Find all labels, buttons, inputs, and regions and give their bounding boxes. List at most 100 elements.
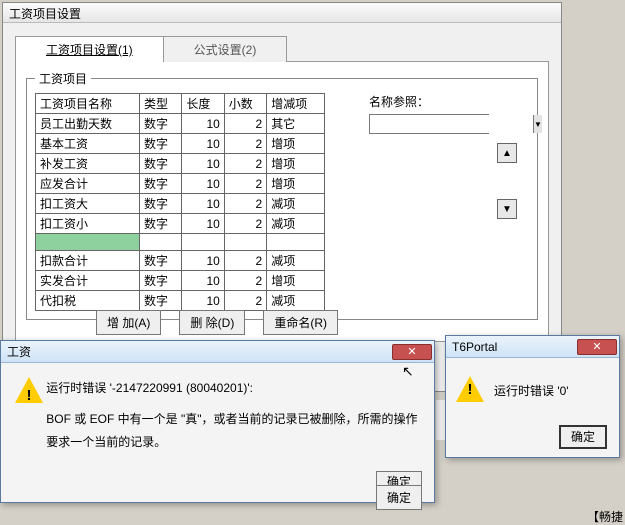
tab-salary-items-label: 工资项目设置(1)	[46, 43, 133, 57]
reference-column: 名称参照： ▼	[369, 93, 489, 311]
table-cell: 数字	[140, 214, 182, 234]
table-cell: 数字	[140, 114, 182, 134]
table-cell: 数字	[140, 291, 182, 311]
dialog2-titlebar: T6Portal ✕	[446, 336, 619, 358]
tab-formula-label: 公式设置(2)	[194, 43, 257, 57]
delete-button[interactable]: 删 除(D)	[179, 310, 245, 335]
salary-items-window: 工资项目设置 工资项目设置(1) 公式设置(2) 工资项目 工资项目名称 类型 …	[2, 2, 562, 392]
warning-icon	[456, 376, 484, 404]
table-cell: 数字	[140, 271, 182, 291]
table-cell: 10	[182, 194, 224, 214]
table-cell: 10	[182, 134, 224, 154]
col-name: 工资项目名称	[36, 94, 140, 114]
dialog1-body-text: BOF 或 EOF 中有一个是 "真"，或者当前的记录已被删除，所需的操作要求一…	[46, 408, 420, 454]
table-row[interactable]: 基本工资数字102增项	[36, 134, 325, 154]
table-cell: 数字	[140, 194, 182, 214]
table-cell: 减项	[267, 291, 325, 311]
reference-input[interactable]	[370, 115, 533, 133]
table-cell	[182, 234, 224, 251]
rename-button[interactable]: 重命名(R)	[263, 310, 338, 335]
table-cell: 增项	[267, 271, 325, 291]
dialog2-body-text: 运行时错误 '0'	[494, 382, 569, 399]
table-cell: 基本工资	[36, 134, 140, 154]
table-cell: 2	[224, 194, 266, 214]
table-cell: 10	[182, 154, 224, 174]
table-cell: 10	[182, 214, 224, 234]
dialog1-close-icon[interactable]: ✕	[392, 344, 432, 360]
table-row[interactable]: 扣工资小数字102减项	[36, 214, 325, 234]
warning-icon	[15, 377, 36, 405]
table-row[interactable]: 扣工资大数字102减项	[36, 194, 325, 214]
table-cell: 2	[224, 174, 266, 194]
table-row[interactable]: 扣款合计数字102减项	[36, 251, 325, 271]
table-row[interactable]	[36, 234, 325, 251]
table-cell: 减项	[267, 214, 325, 234]
table-row[interactable]: 代扣税数字102减项	[36, 291, 325, 311]
tab-salary-items[interactable]: 工资项目设置(1)	[15, 36, 164, 62]
dialog2-ok-button[interactable]: 确定	[559, 425, 607, 449]
dialog1-title: 工资	[7, 343, 31, 360]
table-cell: 数字	[140, 251, 182, 271]
action-buttons: 增 加(A) 删 除(D) 重命名(R)	[96, 310, 338, 335]
table-cell: 2	[224, 251, 266, 271]
confirm-button[interactable]: 确定	[376, 485, 422, 510]
col-dec: 小数	[224, 94, 266, 114]
table-cell: 减项	[267, 251, 325, 271]
table-cell: 2	[224, 114, 266, 134]
dialog2-title: T6Portal	[452, 340, 497, 354]
table-cell	[224, 234, 266, 251]
table-cell: 数字	[140, 134, 182, 154]
table-cell: 应发合计	[36, 174, 140, 194]
salary-items-table[interactable]: 工资项目名称 类型 长度 小数 增减项 员工出勤天数数字102其它基本工资数字1…	[35, 93, 325, 311]
dialog1-heading: 运行时错误 '-2147220991 (80040201)':	[46, 377, 420, 400]
dialog1-text: 运行时错误 '-2147220991 (80040201)': BOF 或 EO…	[46, 377, 420, 453]
reference-label: 名称参照：	[369, 93, 429, 110]
reference-combo[interactable]: ▼	[369, 114, 489, 134]
add-button[interactable]: 增 加(A)	[96, 310, 161, 335]
reorder-buttons: ▲ ▼	[497, 143, 517, 311]
table-cell: 其它	[267, 114, 325, 134]
table-cell: 扣款合计	[36, 251, 140, 271]
table-cell: 10	[182, 114, 224, 134]
table-cell: 增项	[267, 134, 325, 154]
table-cell: 代扣税	[36, 291, 140, 311]
col-kind: 增减项	[267, 94, 325, 114]
t6portal-error-dialog: T6Portal ✕ 运行时错误 '0' 确定	[445, 335, 620, 458]
dialog1-titlebar: 工资 ✕	[1, 341, 434, 363]
runtime-error-dialog: 工资 ✕ 运行时错误 '-2147220991 (80040201)': BOF…	[0, 340, 435, 503]
table-cell	[36, 234, 140, 251]
table-row[interactable]: 实发合计数字102增项	[36, 271, 325, 291]
table-cell: 10	[182, 174, 224, 194]
col-len: 长度	[182, 94, 224, 114]
table-cell: 减项	[267, 194, 325, 214]
tab-formula[interactable]: 公式设置(2)	[163, 36, 288, 62]
corner-tag: 【畅捷	[587, 508, 623, 525]
dialog2-close-icon[interactable]: ✕	[577, 339, 617, 355]
move-up-button[interactable]: ▲	[497, 143, 517, 163]
table-cell: 补发工资	[36, 154, 140, 174]
reference-dropdown-icon[interactable]: ▼	[533, 115, 542, 133]
window-title: 工资项目设置	[3, 3, 561, 23]
table-cell: 10	[182, 251, 224, 271]
table-cell	[267, 234, 325, 251]
table-cell: 2	[224, 271, 266, 291]
group-label: 工资项目	[35, 70, 91, 87]
table-row[interactable]: 补发工资数字102增项	[36, 154, 325, 174]
col-type: 类型	[140, 94, 182, 114]
table-cell: 增项	[267, 154, 325, 174]
table-cell: 数字	[140, 174, 182, 194]
tab-strip: 工资项目设置(1) 公式设置(2)	[15, 35, 549, 62]
table-row[interactable]: 应发合计数字102增项	[36, 174, 325, 194]
client-area: 工资项目设置(1) 公式设置(2) 工资项目 工资项目名称 类型 长度 小数 增…	[3, 23, 561, 354]
table-cell: 2	[224, 154, 266, 174]
move-down-button[interactable]: ▼	[497, 199, 517, 219]
table-cell: 10	[182, 271, 224, 291]
table-cell: 增项	[267, 174, 325, 194]
table-cell: 实发合计	[36, 271, 140, 291]
tab-panel: 工资项目 工资项目名称 类型 长度 小数 增减项 员工出勤天数数字102其它基本…	[15, 62, 549, 342]
table-cell: 2	[224, 291, 266, 311]
table-header-row: 工资项目名称 类型 长度 小数 增减项	[36, 94, 325, 114]
table-cell: 2	[224, 134, 266, 154]
table-cell: 扣工资大	[36, 194, 140, 214]
table-row[interactable]: 员工出勤天数数字102其它	[36, 114, 325, 134]
